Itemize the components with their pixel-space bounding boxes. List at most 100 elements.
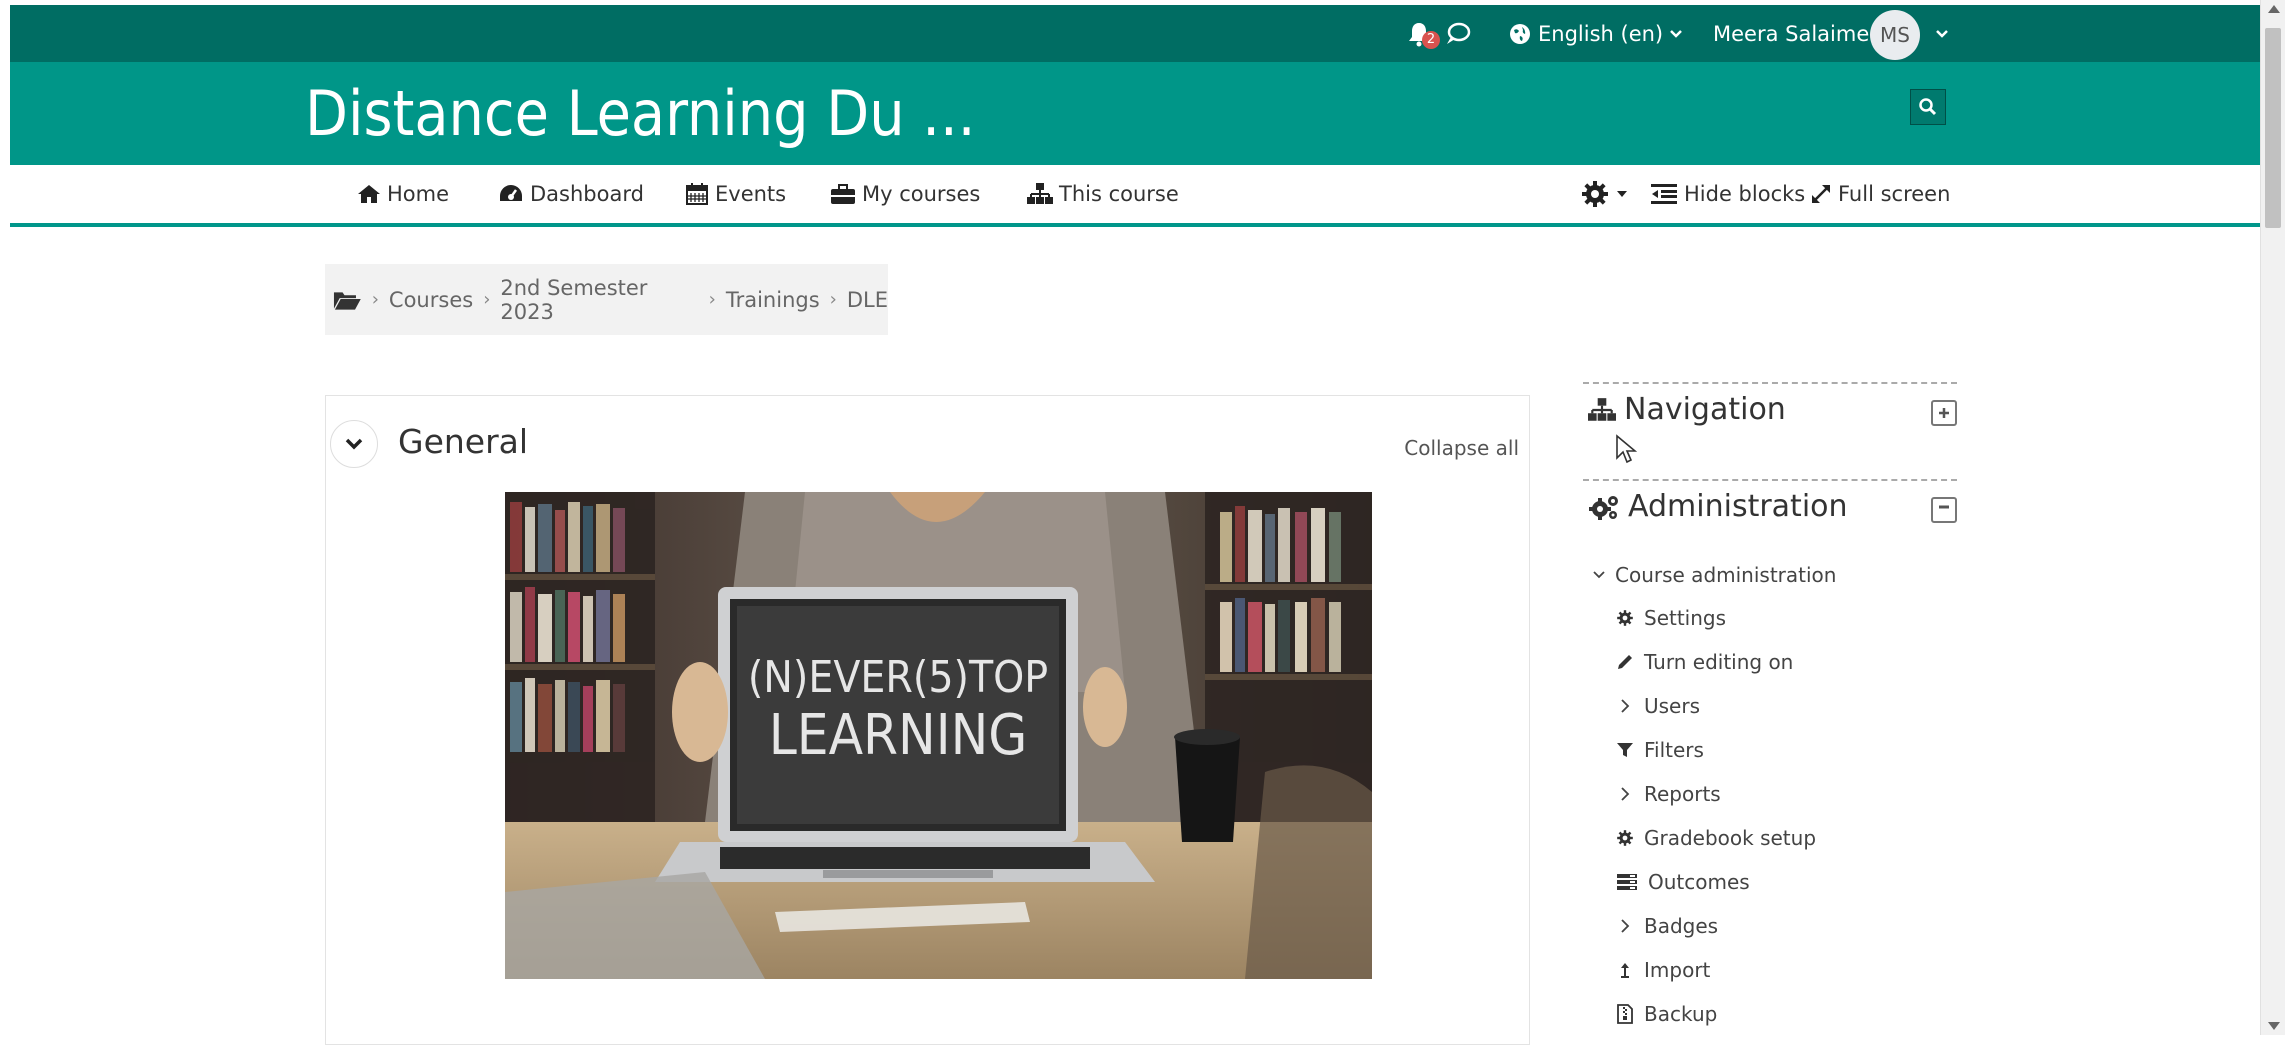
section-collapse-toggle[interactable] xyxy=(330,420,378,468)
admin-item-label: Gradebook setup xyxy=(1644,826,1817,850)
admin-item-label: Badges xyxy=(1644,914,1719,938)
full-screen-button[interactable]: Full screen xyxy=(1810,165,1950,223)
image-text-line1: (N)EVER(5)TOP xyxy=(748,652,1048,703)
collapse-block-button[interactable] xyxy=(1931,497,1957,523)
nav-home[interactable]: Home xyxy=(357,165,449,223)
home-icon xyxy=(358,185,380,203)
chevron-right-icon xyxy=(1621,699,1630,713)
full-screen-label: Full screen xyxy=(1838,182,1951,206)
globe-icon xyxy=(1510,23,1530,44)
nav-dashboard[interactable]: Dashboard xyxy=(498,165,644,223)
plus-square-icon xyxy=(1939,408,1949,418)
collapse-all-link[interactable]: Collapse all xyxy=(1404,436,1519,460)
admin-item-settings[interactable]: Settings xyxy=(1616,598,1726,638)
left-edge xyxy=(0,0,10,1035)
navigation-block-title: Navigation xyxy=(1624,392,1786,427)
admin-item-label: Settings xyxy=(1644,606,1727,630)
chevron-down-icon xyxy=(1670,29,1683,38)
folder-open-icon[interactable] xyxy=(333,289,362,311)
admin-item-import[interactable]: Import xyxy=(1616,950,1710,990)
user-name: Meera Salaimea xyxy=(1713,21,1883,46)
section-title: General xyxy=(398,422,529,461)
admin-item-outcomes[interactable]: Outcomes xyxy=(1616,862,1750,902)
breadcrumb-item-courses[interactable]: Courses xyxy=(389,288,473,312)
import-icon xyxy=(1621,963,1629,978)
chevron-down-icon xyxy=(345,438,363,450)
primary-navbar: Home Dashboard Events My courses This co… xyxy=(10,165,2260,227)
breadcrumb-separator: › xyxy=(708,289,716,310)
course-section-card: General Collapse all (N)EVER(5)TOP LEARN… xyxy=(325,395,1530,1045)
breadcrumb-item-semester[interactable]: 2nd Semester 2023 xyxy=(500,276,698,324)
notifications-button[interactable]: 2 xyxy=(1408,5,1440,62)
navigation-block-header: Navigation xyxy=(1588,392,1786,427)
hide-blocks-button[interactable]: Hide blocks xyxy=(1650,165,1805,223)
chevron-right-icon xyxy=(1621,787,1630,801)
language-menu[interactable]: English (en) xyxy=(1508,5,1683,62)
scrollbar-thumb[interactable] xyxy=(2265,28,2281,228)
browser-viewport: 2 English (en) Meera Salaimea MS Distanc… xyxy=(0,0,2285,1045)
site-title[interactable]: Distance Learning Du ... xyxy=(305,74,975,154)
admin-item-users[interactable]: Users xyxy=(1616,686,1700,726)
notification-count-badge: 2 xyxy=(1422,31,1440,49)
cogs-icon xyxy=(1589,495,1618,520)
messages-button[interactable] xyxy=(1445,5,1471,62)
breadcrumb: › Courses › 2nd Semester 2023 › Training… xyxy=(325,264,888,335)
nav-home-label: Home xyxy=(387,182,450,206)
chevron-right-icon xyxy=(1621,919,1630,933)
scroll-up-arrow-icon[interactable] xyxy=(2268,5,2280,13)
nav-events-label: Events xyxy=(715,182,787,206)
nav-events[interactable]: Events xyxy=(685,165,786,223)
pencil-icon xyxy=(1618,655,1632,669)
admin-item-filters[interactable]: Filters xyxy=(1616,730,1704,770)
gear-icon xyxy=(1617,610,1633,626)
language-label: English (en) xyxy=(1538,21,1664,46)
admin-item-turn-editing-on[interactable]: Turn editing on xyxy=(1616,642,1793,682)
outcomes-icon xyxy=(1617,874,1637,890)
expand-block-button[interactable] xyxy=(1931,400,1957,426)
course-banner-image: (N)EVER(5)TOP LEARNING xyxy=(505,492,1372,979)
admin-item-label: Backup xyxy=(1644,1002,1718,1026)
outdent-icon xyxy=(1651,184,1677,204)
administration-block-header: Administration xyxy=(1588,489,1848,524)
gear-icon xyxy=(1617,830,1633,846)
search-button[interactable] xyxy=(1910,89,1946,125)
caret-down-icon xyxy=(1617,191,1627,197)
scroll-down-arrow-icon[interactable] xyxy=(2268,1022,2280,1030)
user-menu-name[interactable]: Meera Salaimea xyxy=(1713,5,1882,62)
breadcrumb-item-dle[interactable]: DLE xyxy=(847,288,888,312)
filter-icon xyxy=(1617,743,1633,757)
mouse-cursor-icon xyxy=(1616,434,1637,464)
avatar[interactable]: MS xyxy=(1870,10,1920,60)
page-scrollbar[interactable] xyxy=(2260,0,2285,1035)
image-text-line2: LEARNING xyxy=(769,703,1028,768)
admin-item-label: Outcomes xyxy=(1648,870,1750,894)
breadcrumb-separator: › xyxy=(371,289,379,310)
admin-item-badges[interactable]: Badges xyxy=(1616,906,1718,946)
admin-item-label: Import xyxy=(1644,958,1711,982)
user-menu-toggle[interactable] xyxy=(1935,5,1949,62)
admin-item-backup[interactable]: Backup xyxy=(1616,994,1717,1034)
admin-item-label: Reports xyxy=(1644,782,1721,806)
admin-item-gradebook-setup[interactable]: Gradebook setup xyxy=(1616,818,1816,858)
admin-item-label: Filters xyxy=(1644,738,1704,762)
expand-icon xyxy=(1812,185,1830,203)
admin-item-label: Turn editing on xyxy=(1644,650,1794,674)
course-administration-node[interactable]: Course administration xyxy=(1593,555,1836,595)
user-bar: 2 English (en) Meera Salaimea MS xyxy=(10,5,2260,62)
admin-item-reports[interactable]: Reports xyxy=(1616,774,1721,814)
sitemap-icon xyxy=(1588,397,1616,421)
dashboard-icon xyxy=(500,185,522,201)
site-header: Distance Learning Du ... xyxy=(10,62,2260,165)
nav-this-course[interactable]: This course xyxy=(1027,165,1179,223)
minus-square-icon xyxy=(1939,505,1949,509)
admin-item-label: Users xyxy=(1644,694,1701,718)
settings-menu[interactable] xyxy=(1580,165,1628,223)
administration-block: Administration Course administration Set… xyxy=(1583,479,1957,1039)
nav-my-courses-label: My courses xyxy=(862,182,981,206)
breadcrumb-item-trainings[interactable]: Trainings xyxy=(726,288,820,312)
nav-my-courses[interactable]: My courses xyxy=(830,165,980,223)
briefcase-icon xyxy=(831,184,855,204)
avatar-initials: MS xyxy=(1880,23,1910,47)
administration-block-title: Administration xyxy=(1628,489,1848,524)
chevron-down-icon xyxy=(1936,29,1948,38)
